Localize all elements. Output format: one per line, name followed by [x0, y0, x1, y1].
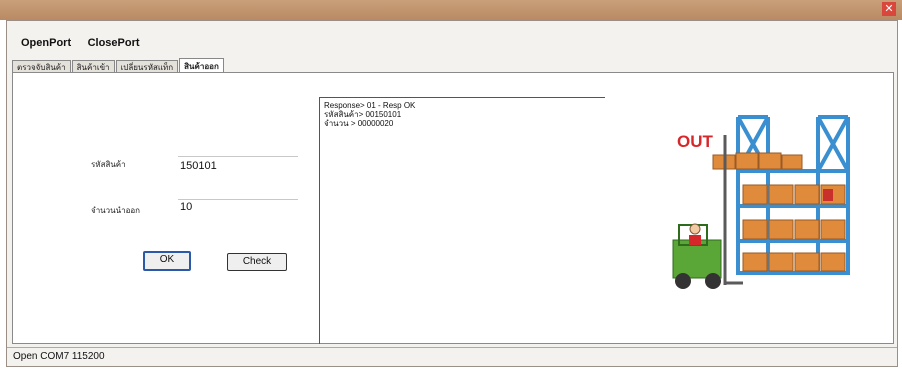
log-line: Response> 01 - Resp OK [324, 101, 416, 110]
app-window: OpenPort ClosePort ตรวจจับสินค้า สินค้าเข… [6, 20, 898, 367]
menu-close-port[interactable]: ClosePort [88, 37, 140, 49]
field-divider [178, 156, 298, 157]
status-text: Open COM7 115200 [13, 351, 105, 362]
window-titlebar: ✕ [0, 0, 902, 20]
warehouse-out-illustration: OUT [643, 105, 883, 295]
red-box [823, 189, 833, 201]
menu-open-port[interactable]: OpenPort [21, 37, 71, 49]
product-code-field[interactable]: 150101 [180, 160, 217, 172]
close-icon[interactable]: ✕ [882, 2, 896, 16]
menu-bar: OpenPort ClosePort [21, 33, 152, 49]
quantity-label: จำนวนนำออก [91, 206, 141, 215]
field-divider [178, 199, 298, 200]
product-code-label: รหัสสินค้า [91, 160, 126, 169]
out-label: OUT [677, 132, 714, 151]
log-line: รหัสสินค้า> 00150101 [324, 110, 402, 119]
tab-strip: ตรวจจับสินค้า สินค้าเข้า เปลี่ยนรหัสแท็ก สิ… [12, 57, 225, 75]
ok-button[interactable]: OK [143, 251, 191, 271]
quantity-field[interactable]: 10 [180, 201, 192, 213]
status-bar: Open COM7 115200 [7, 347, 897, 366]
response-log[interactable]: Response> 01 - Resp OK รหัสสินค้า> 00150… [319, 97, 605, 344]
forklift-rack-image: OUT [672, 115, 850, 289]
log-line: จำนวน > 00000020 [324, 119, 394, 128]
tab-panel-product-out: รหัสสินค้า 150101 จำนวนนำออก 10 OK Check… [12, 72, 894, 344]
check-button[interactable]: Check [227, 253, 287, 271]
